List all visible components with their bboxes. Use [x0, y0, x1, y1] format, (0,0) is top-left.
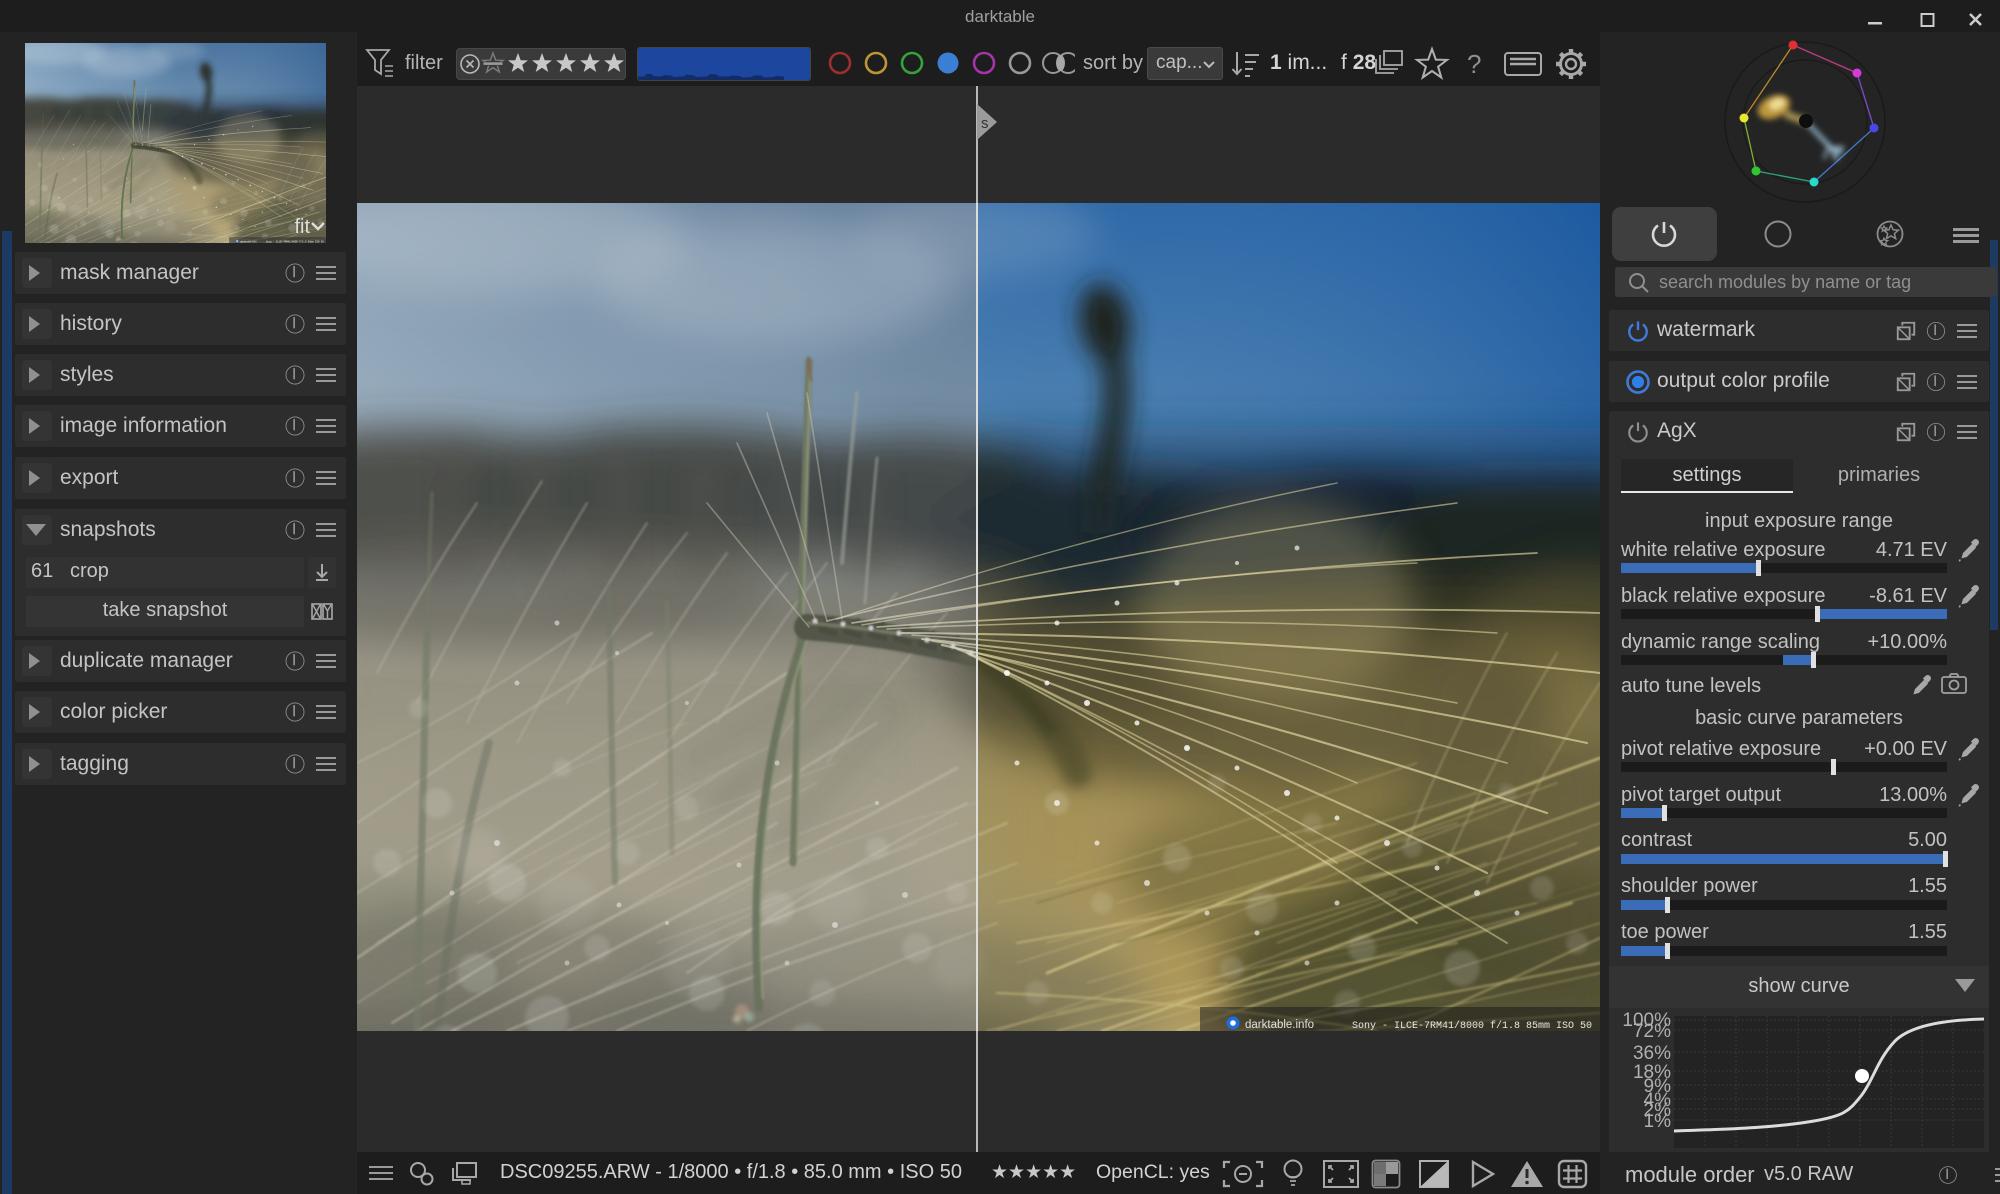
svg-text:72%: 72%: [1633, 1021, 1671, 1042]
svg-text:s: s: [981, 115, 989, 132]
svg-text:1%: 1%: [1644, 1111, 1672, 1132]
svg-text:36%: 36%: [1633, 1043, 1671, 1064]
